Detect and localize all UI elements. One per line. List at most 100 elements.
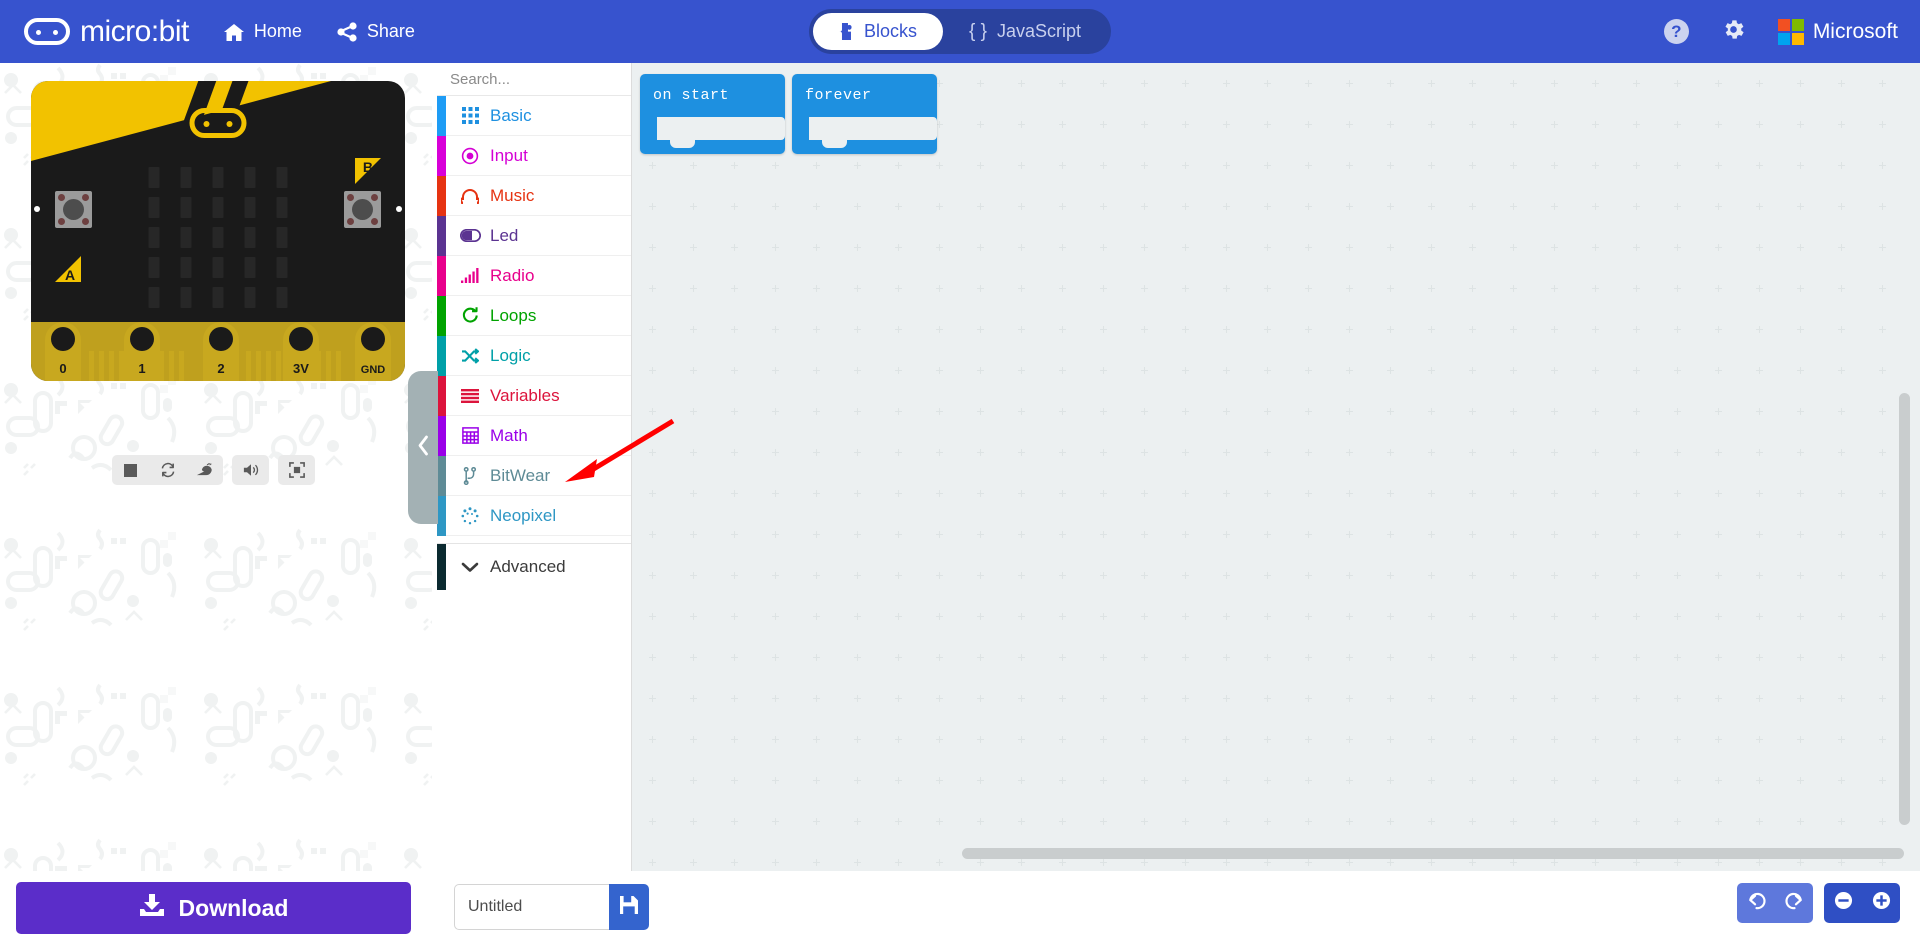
microsoft-account[interactable]: Microsoft xyxy=(1777,18,1898,45)
microsoft-label: Microsoft xyxy=(1812,19,1898,43)
category-color-swatch xyxy=(437,96,446,136)
toolbox-category-led[interactable]: Led xyxy=(437,216,631,256)
tab-blocks[interactable]: Blocks xyxy=(812,13,943,50)
brand-logo[interactable]: micro:bit xyxy=(24,15,189,49)
block-notch xyxy=(805,74,830,81)
gear-icon[interactable] xyxy=(1721,17,1746,47)
download-label: Download xyxy=(178,894,289,921)
download-icon xyxy=(139,893,165,923)
category-color-swatch xyxy=(437,136,446,176)
pin-label: 2 xyxy=(217,361,225,376)
tab-javascript-label: JavaScript xyxy=(996,21,1082,41)
category-label: Radio xyxy=(490,265,535,285)
zoom-group xyxy=(1824,883,1900,923)
chevron-down-icon xyxy=(459,561,481,573)
button-b[interactable] xyxy=(344,191,381,228)
toolbox-category-math[interactable]: Math xyxy=(437,416,631,456)
download-button[interactable]: Download xyxy=(16,882,411,934)
editor-mode-tabs: Blocks { } JavaScript xyxy=(808,9,1112,54)
simulator-pane: A B 0 1 2 3V GND xyxy=(0,63,432,871)
undo-icon xyxy=(1747,892,1766,915)
project-name-input[interactable] xyxy=(454,884,609,930)
signal-bars-icon xyxy=(459,268,481,283)
toolbox-category-logic[interactable]: Logic xyxy=(437,336,631,376)
toolbox-category-neopixel[interactable]: Neopixel xyxy=(437,496,631,536)
nav-share-label: Share xyxy=(366,21,415,41)
undo-button[interactable] xyxy=(1737,883,1775,923)
category-color-swatch xyxy=(437,376,446,416)
led-matrix[interactable] xyxy=(148,167,288,308)
volume-icon xyxy=(242,462,260,478)
zoom-in-button[interactable] xyxy=(1862,883,1900,923)
workspace-horizontal-scrollbar[interactable] xyxy=(962,848,1904,859)
toggle-icon xyxy=(459,229,481,242)
lines-icon xyxy=(459,388,481,403)
question-mark-icon[interactable]: ? xyxy=(1663,19,1689,44)
brand-name: micro:bit xyxy=(80,14,189,48)
app-header: micro:bit Home Share Blocks {} JavaScri… xyxy=(0,0,1920,63)
save-disk-icon xyxy=(620,895,638,919)
slow-motion-button[interactable] xyxy=(186,455,223,485)
pin-0[interactable]: 0 xyxy=(45,322,81,381)
pin-gnd[interactable]: GND xyxy=(355,322,391,381)
pin-1[interactable]: 1 xyxy=(124,322,160,381)
workspace-vertical-scrollbar[interactable] xyxy=(1899,393,1910,825)
fullscreen-button[interactable] xyxy=(278,455,315,485)
category-label: Math xyxy=(490,425,528,445)
category-color-swatch xyxy=(437,496,446,536)
toolbox-category-bitwear[interactable]: BitWear xyxy=(437,456,631,496)
stop-button[interactable] xyxy=(112,455,149,485)
dots-ring-icon xyxy=(459,506,481,525)
mute-button[interactable] xyxy=(232,455,269,485)
target-icon xyxy=(459,147,481,165)
toolbox-category-music[interactable]: Music xyxy=(437,176,631,216)
snail-icon xyxy=(196,462,213,478)
chevron-left-icon xyxy=(417,435,430,461)
category-label: Logic xyxy=(490,345,531,365)
board-corner-accent xyxy=(31,81,331,161)
stop-icon xyxy=(124,463,137,477)
block-notch xyxy=(653,74,678,81)
toolbox-category-radio[interactable]: Radio xyxy=(437,256,631,296)
restart-button[interactable] xyxy=(149,455,186,485)
block-label: on start xyxy=(653,87,730,104)
simulator-collapse-handle[interactable] xyxy=(408,371,438,524)
category-color-swatch xyxy=(437,336,446,376)
nav-share[interactable]: Share xyxy=(336,21,415,42)
share-icon xyxy=(336,21,358,42)
toolbox-category-basic[interactable]: Basic xyxy=(437,96,631,136)
tab-javascript[interactable]: { } JavaScript xyxy=(943,13,1107,50)
redo-button[interactable] xyxy=(1775,883,1813,923)
zoom-out-button[interactable] xyxy=(1824,883,1862,923)
category-color-swatch xyxy=(437,176,446,216)
toolbox-category-variables[interactable]: Variables xyxy=(437,376,631,416)
pin-2[interactable]: 2 xyxy=(203,322,239,381)
microbit-board[interactable]: A B 0 1 2 3V GND xyxy=(31,81,405,381)
calculator-icon xyxy=(459,427,481,444)
save-button[interactable] xyxy=(609,884,649,930)
branch-icon xyxy=(459,466,481,485)
category-label: Loops xyxy=(490,305,537,325)
blocks-workspace[interactable]: on start forever xyxy=(632,63,1920,871)
button-a[interactable] xyxy=(55,191,92,228)
minus-circle-icon xyxy=(1834,891,1853,915)
nav-home[interactable]: Home xyxy=(223,21,302,42)
category-label: Advanced xyxy=(490,556,566,576)
home-icon xyxy=(223,22,245,42)
toolbox-category-advanced[interactable]: Advanced xyxy=(437,543,631,590)
block-forever[interactable]: forever xyxy=(792,74,937,154)
braces-icon: { } xyxy=(968,20,987,42)
category-color-swatch xyxy=(437,256,446,296)
pin-label: 1 xyxy=(138,361,146,376)
search-input[interactable] xyxy=(450,70,649,88)
toolbox-category-loops[interactable]: Loops xyxy=(437,296,631,336)
toolbox-category-input[interactable]: Input xyxy=(437,136,631,176)
pin-3v[interactable]: 3V xyxy=(283,322,319,381)
block-on-start[interactable]: on start xyxy=(640,74,785,154)
simulator-audio-controls xyxy=(232,455,269,485)
pin-label: 0 xyxy=(59,361,67,376)
pin-label: GND xyxy=(360,364,386,376)
button-a-label: A xyxy=(65,267,76,283)
microbit-logo-icon xyxy=(24,18,70,45)
category-label: BitWear xyxy=(490,465,551,485)
